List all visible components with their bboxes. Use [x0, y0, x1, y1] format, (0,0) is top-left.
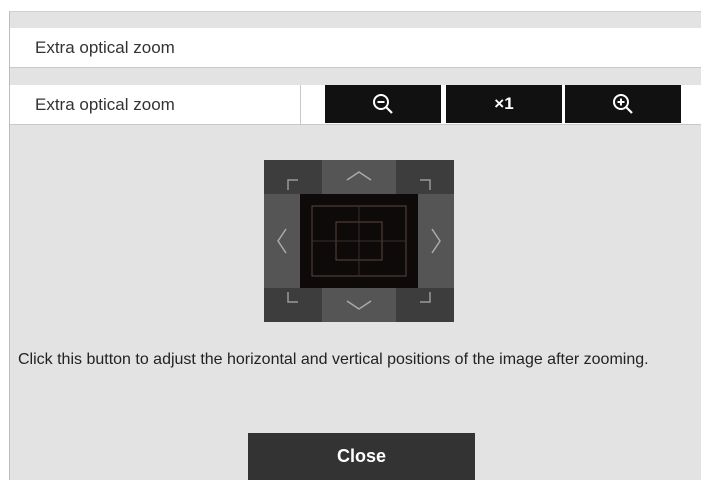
position-pad-graphic: [264, 160, 454, 322]
extra-optical-zoom-panel: Extra optical zoom Extra optical zoom ×1: [9, 11, 701, 480]
zoom-reset-button[interactable]: ×1: [446, 85, 562, 123]
panel-header-row: Extra optical zoom: [10, 28, 701, 68]
close-button[interactable]: Close: [248, 433, 475, 480]
position-adjust-pad: [264, 160, 454, 322]
zoom-out-icon: [371, 92, 395, 116]
help-text: Click this button to adjust the horizont…: [18, 351, 649, 368]
panel-title: Extra optical zoom: [35, 38, 175, 57]
close-button-label: Close: [336, 446, 387, 466]
zoom-in-icon: [611, 92, 635, 116]
zoom-row-label: Extra optical zoom: [35, 95, 175, 114]
zoom-reset-label: ×1: [494, 94, 514, 113]
zoom-out-button[interactable]: [325, 85, 441, 123]
zoom-in-button[interactable]: [565, 85, 681, 123]
row-divider: [300, 85, 301, 125]
zoom-control-row: Extra optical zoom ×1: [10, 85, 701, 125]
